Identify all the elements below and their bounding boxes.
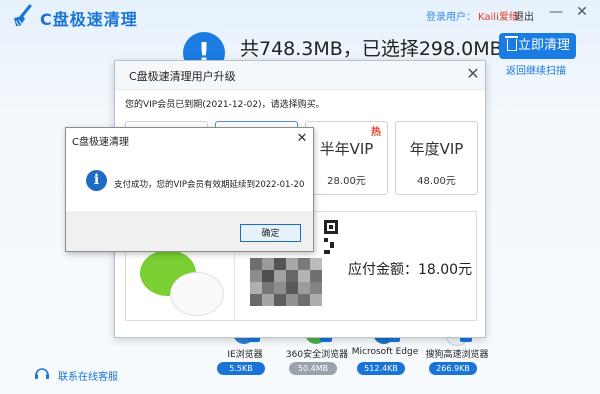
payment-success-dialog: C盘极速清理 ✕ i 支付成功，您的VIP会员有效期延续到2022-01-20 … (65, 127, 314, 252)
info-icon: i (86, 170, 107, 191)
plan-card-half-year[interactable]: 热 半年VIP 28.00元 (305, 121, 388, 195)
contact-support-link[interactable]: 联系在线客服 (58, 368, 118, 383)
plan-name: 年度VIP (409, 140, 464, 158)
hot-badge: 热 (371, 127, 381, 138)
logout-link[interactable]: 退出 (514, 8, 534, 23)
message-box-close-button[interactable]: ✕ (294, 131, 310, 147)
scan-summary: 共748.3MB，已选择298.0MB (240, 38, 503, 60)
ok-button[interactable]: 确定 (240, 224, 301, 242)
upgrade-dialog-header: C盘极速清理用户升级 ✕ (115, 61, 485, 90)
browser-size-badge: 266.9KB (429, 362, 477, 375)
headset-icon (35, 368, 49, 379)
browser-size-badge: 512.4KB (357, 362, 405, 375)
clean-now-button[interactable]: 立即清理 (499, 33, 576, 59)
broom-logo-icon (14, 4, 32, 27)
title-bar: C盘极速清理 登录用户： Kaili爱绮 退出 — ✕ (0, 0, 600, 30)
plan-name: 半年VIP (319, 140, 374, 158)
upgrade-close-button[interactable]: ✕ (463, 64, 483, 84)
upgrade-dialog-title: C盘极速清理用户升级 (129, 70, 236, 83)
rescan-link[interactable]: 返回继续扫描 (506, 62, 566, 77)
plan-price: 28.00元 (327, 176, 366, 187)
amount-due: 应付金额：18.00元 (348, 262, 473, 278)
trash-icon (505, 36, 518, 51)
message-box-title: C盘极速清理 (72, 137, 129, 148)
clean-now-label: 立即清理 (517, 38, 570, 53)
minimize-button[interactable]: — (546, 2, 566, 22)
browser-size-badge: 50.4MB (289, 362, 337, 375)
plan-price: 48.00元 (417, 176, 456, 187)
expired-notice: 您的VIP会员已到期(2021-12-02)，请选择购买。 (125, 100, 325, 110)
message-box-footer: 确定 (66, 211, 313, 251)
login-username[interactable]: Kaili爱绮 (478, 8, 519, 23)
plan-card-yearly[interactable]: 年度VIP 48.00元 (395, 121, 478, 195)
browser-name: 搜狗高速浏览器 (425, 350, 489, 360)
app-title: C盘极速清理 (40, 10, 138, 29)
login-label: 登录用户： (426, 12, 476, 23)
message-text: 支付成功，您的VIP会员有效期延续到2022-01-20 (114, 180, 305, 190)
window-close-button[interactable]: ✕ (572, 2, 592, 22)
browser-size-badge: 5.5KB (217, 362, 265, 375)
